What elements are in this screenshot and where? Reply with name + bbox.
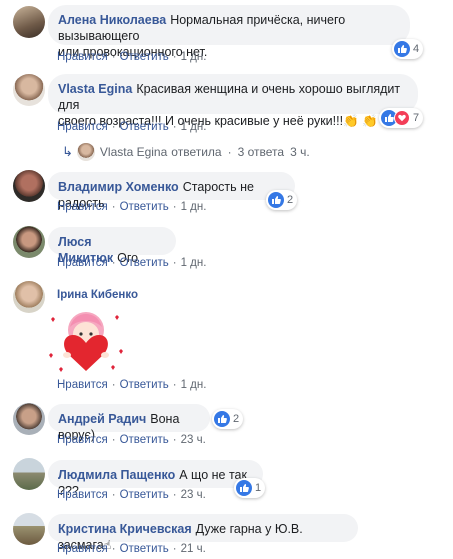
like-link[interactable]: Нравится [57,257,108,269]
author-link[interactable]: Людмила Пащенко [58,468,175,482]
comment-actions: Нравится · Ответить · 1 дн. [57,257,207,269]
like-link[interactable]: Нравится [57,201,108,213]
comment-bubble: Алена Николаева Нормальная причёска, ниче… [48,5,410,59]
reply-link[interactable]: Ответить [120,434,169,446]
author-link[interactable]: Кристина Кричевская [58,522,192,536]
timestamp[interactable]: 23 ч. [181,434,206,446]
comment-bubble: Владимир Хоменко Старость не радость [48,172,295,210]
reply-link[interactable]: Ответить [120,257,169,269]
comment-bubble: Людмила Пащенко А що не так ??? [48,460,263,498]
reply-link[interactable]: Ответить [120,51,169,63]
comment-actions: Нравится · Ответить · 1 дн. [57,121,207,133]
timestamp[interactable]: 1 дн. [181,121,207,133]
comment-bubble: Vlasta Egina Красивая женщина и очень хор… [48,74,418,128]
reaction-count[interactable]: 1 [234,478,266,498]
reply-link[interactable]: Ответить [120,543,169,555]
comment-actions: Нравится · Ответить · 23 ч. [57,434,206,446]
author-link[interactable]: Ірина Кибенко [57,289,138,301]
comment-actions: Нравится · Ответить · 1 дн. [57,201,207,213]
avatar[interactable] [13,403,45,435]
comment-bubble: Андрей Радич Вона ворує) [48,404,210,442]
avatar[interactable] [13,74,45,106]
like-link[interactable]: Нравится [57,434,108,446]
reply-avatar [76,143,95,161]
like-icon [394,41,410,57]
sticker-image[interactable] [45,303,127,375]
like-link[interactable]: Нравится [57,543,108,555]
reply-link[interactable]: Ответить [120,379,169,391]
love-icon [394,110,410,126]
timestamp[interactable]: 23 ч. [181,489,206,501]
like-link[interactable]: Нравится [57,489,108,501]
author-link[interactable]: Алена Николаева [58,13,166,27]
author-link[interactable]: Андрей Радич [58,412,146,426]
reply-arrow-icon: ↳ [62,144,73,159]
comment-actions: Нравится · Ответить · 23 ч. [57,489,206,501]
comment-actions: Нравится · Ответить · 1 дн. [57,51,207,63]
reaction-count[interactable]: 7 [379,108,424,128]
like-link[interactable]: Нравится [57,51,108,63]
reaction-count[interactable]: 4 [392,39,424,59]
avatar[interactable] [13,281,45,313]
avatar[interactable] [13,458,45,490]
avatar[interactable] [13,170,45,202]
view-replies-link[interactable]: ↳ Vlasta Egina ответила · 3 ответа 3 ч. [62,143,310,161]
avatar[interactable] [13,226,45,258]
reply-link[interactable]: Ответить [120,489,169,501]
reply-link[interactable]: Ответить [120,121,169,133]
comment-bubble: Люся Микитюк Ого [48,227,176,265]
like-link[interactable]: Нравится [57,121,108,133]
comment-actions: Нравится · Ответить · 1 дн. [57,379,207,391]
like-link[interactable]: Нравится [57,379,108,391]
timestamp[interactable]: 1 дн. [181,257,207,269]
like-icon [214,411,230,427]
like-icon [268,192,284,208]
comment-actions: Нравится · Ответить · 21 ч. [57,543,206,555]
comment-bubble: Кристина Кричевская Дуже гарна у Ю.В. зас… [48,514,358,552]
avatar[interactable] [13,6,45,38]
author-link[interactable]: Владимир Хоменко [58,180,179,194]
like-icon [236,480,252,496]
timestamp[interactable]: 1 дн. [181,51,207,63]
reaction-count[interactable]: 2 [212,409,244,429]
timestamp[interactable]: 21 ч. [181,543,206,555]
timestamp[interactable]: 1 дн. [181,201,207,213]
timestamp[interactable]: 1 дн. [181,379,207,391]
reaction-count[interactable]: 2 [266,190,298,210]
reply-link[interactable]: Ответить [120,201,169,213]
author-link[interactable]: Vlasta Egina [58,82,132,96]
avatar[interactable] [13,513,45,545]
